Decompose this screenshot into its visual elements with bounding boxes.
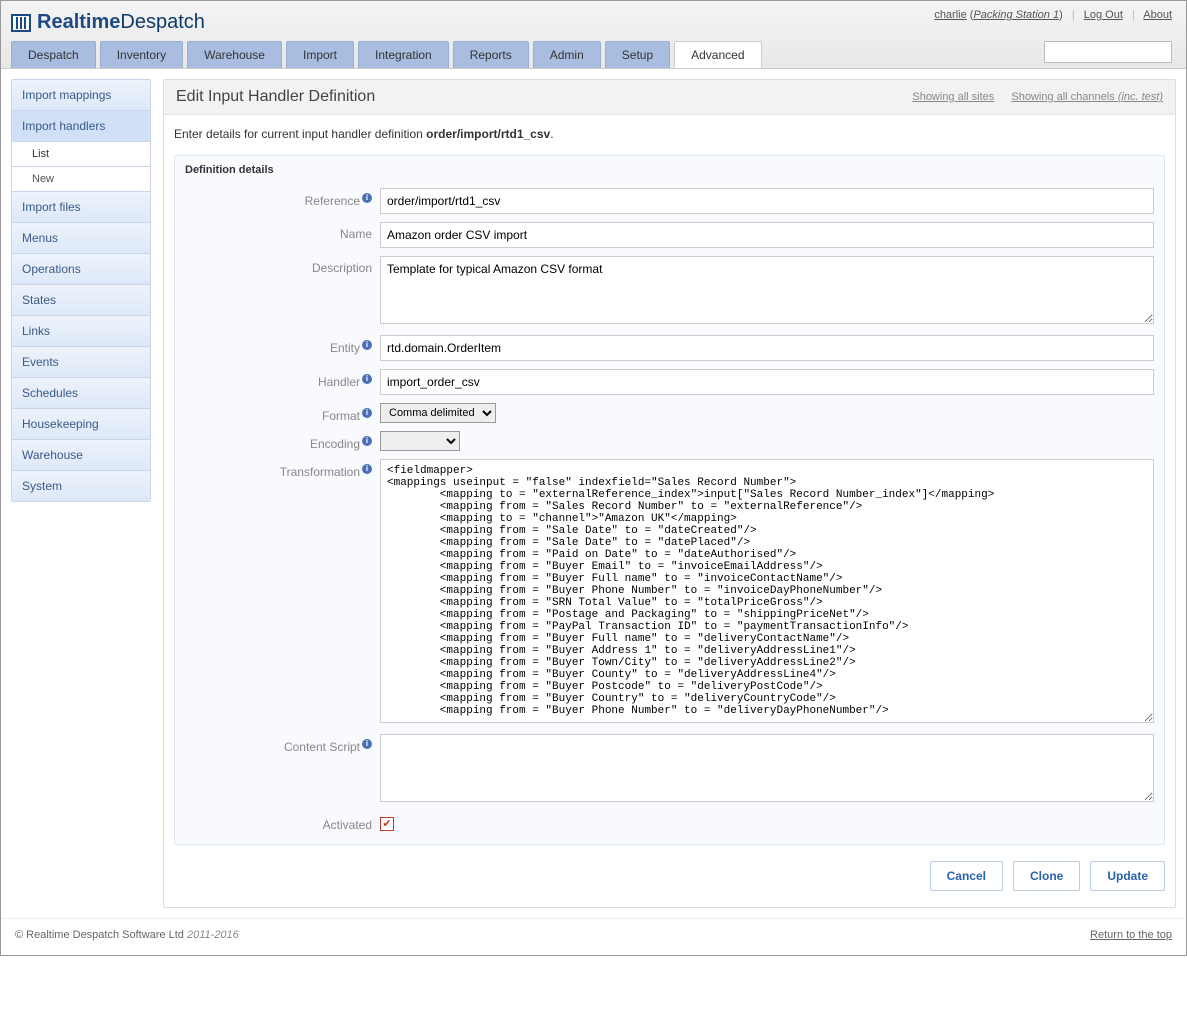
- nav-tab-advanced[interactable]: Advanced: [674, 41, 761, 68]
- logout-link[interactable]: Log Out: [1084, 9, 1123, 21]
- sidebar-item-menus[interactable]: Menus: [12, 223, 150, 254]
- footer-years: 2011-2016: [187, 929, 239, 941]
- station-link[interactable]: Packing Station 1: [973, 9, 1059, 21]
- nav-tab-admin[interactable]: Admin: [533, 41, 601, 68]
- logo-text: RealtimeDespatch: [37, 11, 205, 34]
- topbar-user-links: charlie (Packing Station 1) | Log Out | …: [934, 9, 1172, 21]
- input-content-script[interactable]: [380, 734, 1154, 802]
- nav-tab-import[interactable]: Import: [286, 41, 354, 68]
- input-transformation[interactable]: <fieldmapper> <mappings useinput = "fals…: [380, 459, 1154, 723]
- nav-tab-integration[interactable]: Integration: [358, 41, 449, 68]
- footer-copyright: © Realtime Despatch Software Ltd: [15, 929, 187, 941]
- select-encoding[interactable]: [380, 431, 460, 451]
- button-row: Cancel Clone Update: [174, 861, 1165, 891]
- nav-tab-inventory[interactable]: Inventory: [100, 41, 183, 68]
- input-handler[interactable]: [380, 369, 1154, 395]
- label-transformation: Transformationi: [185, 459, 380, 479]
- update-button[interactable]: Update: [1090, 861, 1165, 891]
- showing-sites-link[interactable]: Showing all sites: [912, 91, 994, 103]
- sidebar-item-operations[interactable]: Operations: [12, 254, 150, 285]
- sidebar-sub-new[interactable]: New: [12, 167, 150, 192]
- nav-tab-setup[interactable]: Setup: [605, 41, 670, 68]
- definition-panel: Definition details Referencei Name Descr…: [174, 155, 1165, 845]
- nav-tab-warehouse[interactable]: Warehouse: [187, 41, 282, 68]
- sidebar-item-links[interactable]: Links: [12, 316, 150, 347]
- sidebar-sub-list[interactable]: List: [12, 142, 150, 167]
- instruction-text: Enter details for current input handler …: [174, 127, 1165, 141]
- label-content-script: Content Scripti: [185, 734, 380, 754]
- logo-icon: [11, 14, 31, 32]
- nav-tab-despatch[interactable]: Despatch: [11, 41, 96, 68]
- panel-title: Definition details: [175, 156, 1164, 184]
- label-activated: Activated: [185, 813, 380, 832]
- cancel-button[interactable]: Cancel: [930, 861, 1003, 891]
- sidebar-item-import-handlers[interactable]: Import handlers: [12, 111, 150, 142]
- sidebar-item-events[interactable]: Events: [12, 347, 150, 378]
- footer: © Realtime Despatch Software Ltd 2011-20…: [1, 918, 1186, 955]
- label-name: Name: [185, 222, 380, 241]
- info-icon[interactable]: i: [362, 408, 372, 418]
- sidebar-item-housekeeping[interactable]: Housekeeping: [12, 409, 150, 440]
- info-icon[interactable]: i: [362, 464, 372, 474]
- select-format[interactable]: Comma delimited: [380, 403, 496, 423]
- input-entity[interactable]: [380, 335, 1154, 361]
- clone-button[interactable]: Clone: [1013, 861, 1080, 891]
- page-header: Edit Input Handler Definition Showing al…: [163, 79, 1176, 115]
- sidebar-item-schedules[interactable]: Schedules: [12, 378, 150, 409]
- showing-channels-link[interactable]: Showing all channels (inc. test): [1011, 91, 1163, 103]
- user-link[interactable]: charlie: [934, 9, 966, 21]
- page-title: Edit Input Handler Definition: [176, 88, 375, 106]
- main-content: Edit Input Handler Definition Showing al…: [163, 79, 1176, 908]
- info-icon[interactable]: i: [362, 340, 372, 350]
- about-link[interactable]: About: [1143, 9, 1172, 21]
- label-reference: Referencei: [185, 188, 380, 208]
- checkbox-activated[interactable]: [380, 817, 394, 831]
- label-format: Formati: [185, 403, 380, 423]
- label-encoding: Encodingi: [185, 431, 380, 451]
- info-icon[interactable]: i: [362, 436, 372, 446]
- label-handler: Handleri: [185, 369, 380, 389]
- topbar: RealtimeDespatch charlie (Packing Statio…: [1, 1, 1186, 69]
- input-reference[interactable]: [380, 188, 1154, 214]
- main-nav: DespatchInventoryWarehouseImportIntegrat…: [11, 41, 762, 68]
- label-entity: Entityi: [185, 335, 380, 355]
- return-to-top-link[interactable]: Return to the top: [1090, 929, 1172, 941]
- sidebar-item-system[interactable]: System: [12, 471, 150, 501]
- input-name[interactable]: [380, 222, 1154, 248]
- info-icon[interactable]: i: [362, 374, 372, 384]
- nav-tab-reports[interactable]: Reports: [453, 41, 529, 68]
- search-box[interactable]: [1044, 41, 1172, 63]
- input-description[interactable]: Template for typical Amazon CSV format: [380, 256, 1154, 324]
- sidebar-item-import-files[interactable]: Import files: [12, 192, 150, 223]
- sidebar-item-import-mappings[interactable]: Import mappings: [12, 80, 150, 111]
- sidebar-item-warehouse[interactable]: Warehouse: [12, 440, 150, 471]
- sidebar-item-states[interactable]: States: [12, 285, 150, 316]
- sidebar: Import mappingsImport handlersListNewImp…: [11, 79, 151, 908]
- search-input[interactable]: [1049, 46, 1187, 58]
- info-icon[interactable]: i: [362, 193, 372, 203]
- label-description: Description: [185, 256, 380, 275]
- info-icon[interactable]: i: [362, 739, 372, 749]
- page-header-links: Showing all sites Showing all channels (…: [898, 91, 1163, 103]
